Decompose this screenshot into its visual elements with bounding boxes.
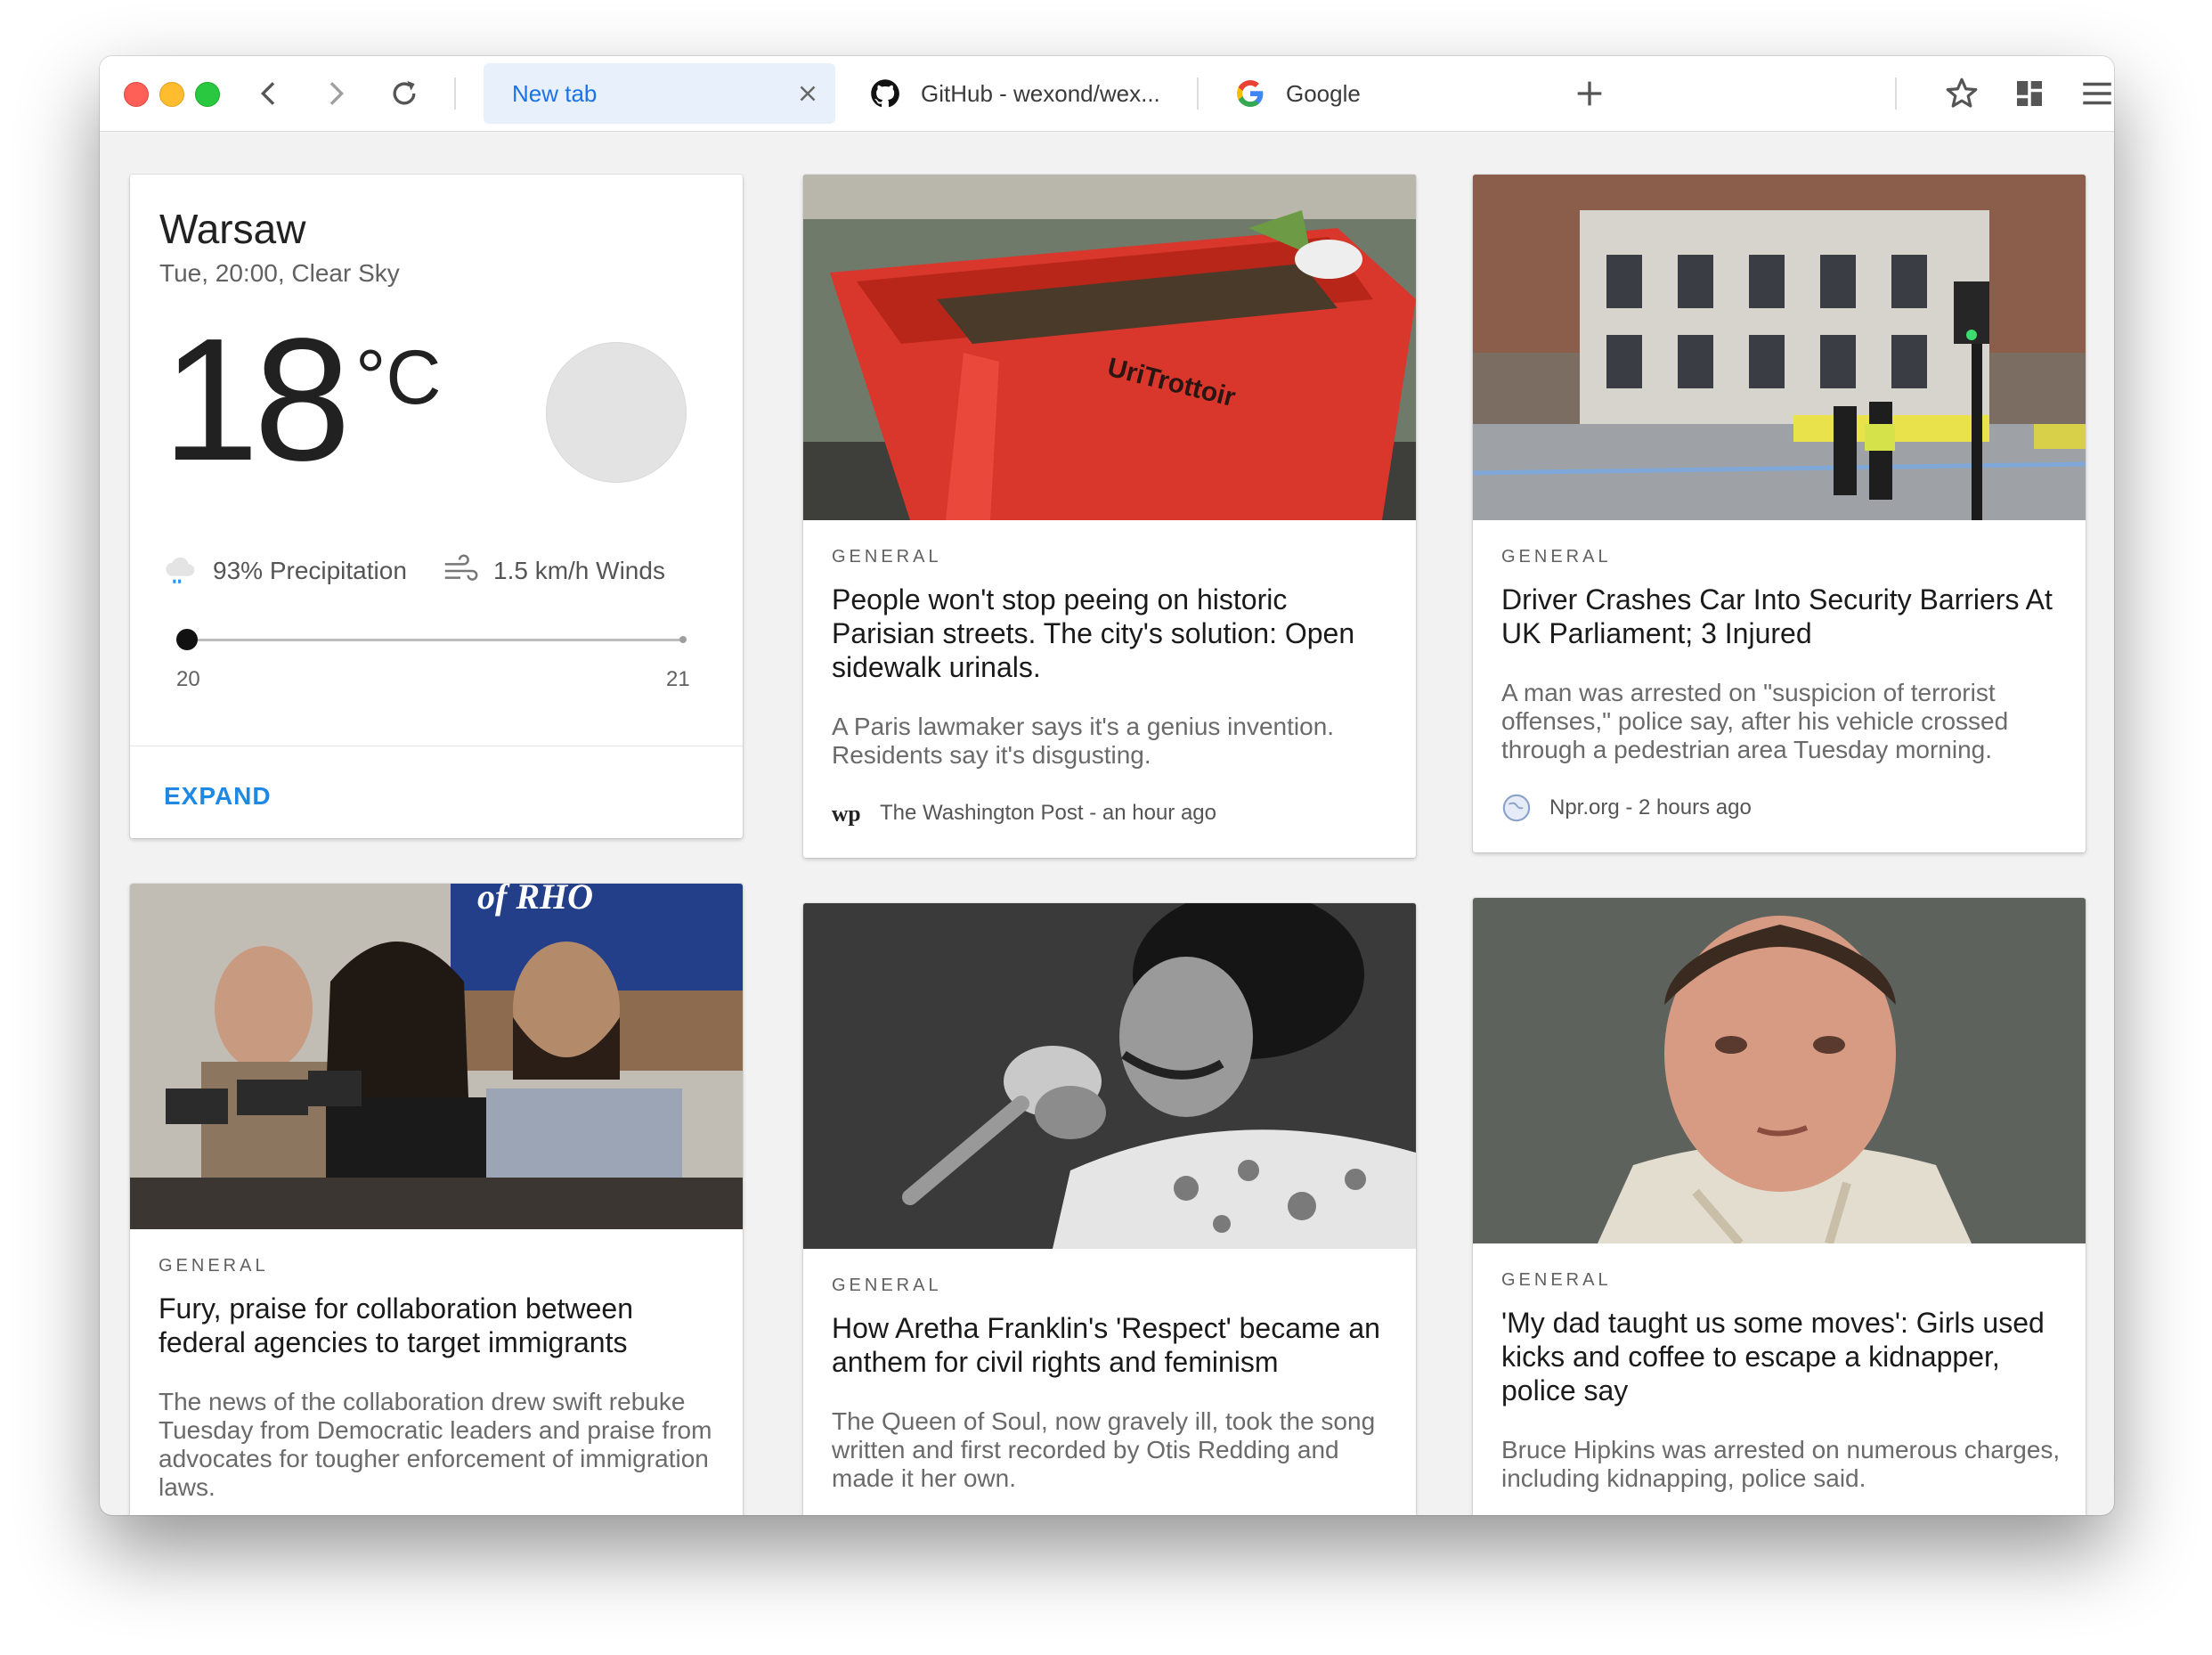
wind-icon <box>444 554 478 581</box>
news-image <box>1473 175 2086 520</box>
star-icon <box>1946 77 1978 108</box>
news-title: Fury, praise for collaboration between f… <box>159 1292 634 1358</box>
minimize-window-button[interactable] <box>159 82 184 107</box>
weather-subtitle: Tue, 20:00, Clear Sky <box>159 259 400 287</box>
toolbar-separator <box>454 77 456 110</box>
back-button[interactable] <box>251 76 287 111</box>
weather-unit: °C <box>355 335 442 420</box>
news-description: The news of the collaboration drew swift… <box>159 1388 712 1501</box>
news-image <box>1473 898 2086 1243</box>
news-description: Bruce Hipkins was arrested on numerous c… <box>1501 1436 2061 1492</box>
news-card[interactable]: UriTrottoir GENERAL People won't stop pe… <box>803 175 1416 858</box>
news-image <box>803 903 1416 1249</box>
slider-end-label: 21 <box>666 667 690 691</box>
forecast-slider-knob[interactable] <box>176 629 198 650</box>
tab-new-tab[interactable]: New tab <box>484 63 835 124</box>
expand-button[interactable]: EXPAND <box>164 782 272 811</box>
news-title: How Aretha Franklin's 'Respect' became a… <box>832 1312 1380 1378</box>
news-category: GENERAL <box>832 547 942 567</box>
news-source: wp The Washington Post - an hour ago <box>832 798 1216 828</box>
news-category: GENERAL <box>1501 547 1612 567</box>
tab-google[interactable]: Google <box>1222 63 1560 124</box>
news-source: Npr.org - 2 hours ago <box>1501 793 1752 823</box>
weather-city: Warsaw <box>159 206 306 252</box>
chevron-right-icon <box>329 82 345 105</box>
tab-github[interactable]: GitHub - wexond/wex... <box>857 63 1222 124</box>
wind-stat: 1.5 km/h Winds <box>440 550 665 591</box>
news-category: GENERAL <box>159 1256 269 1276</box>
news-card[interactable]: GENERAL 'My dad taught us some moves': G… <box>1473 898 2086 1515</box>
chevron-left-icon <box>260 82 275 105</box>
forecast-slider-track[interactable] <box>187 639 684 641</box>
hamburger-menu-icon <box>2083 82 2111 105</box>
add-tab-button[interactable] <box>1572 76 1607 111</box>
news-source-label: Npr.org - 2 hours ago <box>1549 795 1752 819</box>
wind-label: 1.5 km/h Winds <box>493 557 665 584</box>
tab-separator <box>1197 77 1199 110</box>
google-icon <box>1234 77 1266 110</box>
extensions-button[interactable] <box>2011 75 2048 112</box>
github-icon <box>869 77 901 110</box>
dashboard-icon <box>2017 81 2042 106</box>
news-category: GENERAL <box>1501 1270 1612 1290</box>
bookmark-button[interactable] <box>1943 75 1980 112</box>
news-image: UriTrottoir <box>803 175 1416 520</box>
news-description: The Queen of Soul, now gravely ill, took… <box>832 1407 1376 1492</box>
rain-cloud-icon <box>166 557 195 583</box>
news-title: People won't stop peeing on historic Par… <box>832 583 1355 683</box>
reload-button[interactable] <box>386 76 422 111</box>
news-title: 'My dad taught us some moves': Girls use… <box>1501 1307 2045 1406</box>
image-text: of RHO <box>477 884 593 917</box>
menu-button[interactable] <box>2078 75 2114 112</box>
close-window-button[interactable] <box>124 82 149 107</box>
news-description: A Paris lawmaker says it's a genius inve… <box>832 713 1335 769</box>
maximize-window-button[interactable] <box>195 82 220 107</box>
new-tab-page: Warsaw Tue, 20:00, Clear Sky 18 °C 93% P… <box>100 132 2114 1515</box>
plus-icon <box>1577 81 1602 106</box>
toolbar-separator <box>1895 77 1897 110</box>
reload-icon <box>393 80 416 105</box>
globe-icon <box>1501 793 1532 823</box>
washington-post-icon: wp <box>832 798 862 828</box>
tab-label: New tab <box>512 79 598 107</box>
tab-close-button[interactable] <box>794 80 821 107</box>
weather-temperature: 18 <box>162 302 351 497</box>
moon-icon <box>546 342 687 483</box>
slider-end-dot <box>679 636 687 643</box>
news-card[interactable]: of RHO GENERAL Fury, praise for collabor… <box>130 884 743 1515</box>
news-card[interactable]: GENERAL How Aretha Franklin's 'Respect' … <box>803 903 1416 1515</box>
forward-button[interactable] <box>318 76 354 111</box>
browser-window: New tab GitHub - wexond/wex... Google Wa… <box>100 56 2114 1515</box>
weather-card: Warsaw Tue, 20:00, Clear Sky 18 °C 93% P… <box>130 175 743 838</box>
precipitation-stat: 93% Precipitation <box>159 550 407 591</box>
news-card[interactable]: GENERAL Driver Crashes Car Into Security… <box>1473 175 2086 852</box>
news-description: A man was arrested on "suspicion of terr… <box>1501 679 2009 763</box>
close-icon <box>800 86 816 102</box>
news-image: of RHO <box>130 884 743 1229</box>
news-category: GENERAL <box>832 1276 942 1295</box>
svg-text:wp: wp <box>832 801 861 827</box>
precipitation-label: 93% Precipitation <box>213 557 407 584</box>
title-bar: New tab GitHub - wexond/wex... Google <box>100 56 2114 132</box>
news-source-label: The Washington Post - an hour ago <box>880 801 1216 825</box>
slider-start-label: 20 <box>176 667 200 691</box>
tab-label: GitHub - wexond/wex... <box>921 79 1160 107</box>
tab-label: Google <box>1286 79 1361 107</box>
news-title: Driver Crashes Car Into Security Barrier… <box>1501 583 2053 649</box>
